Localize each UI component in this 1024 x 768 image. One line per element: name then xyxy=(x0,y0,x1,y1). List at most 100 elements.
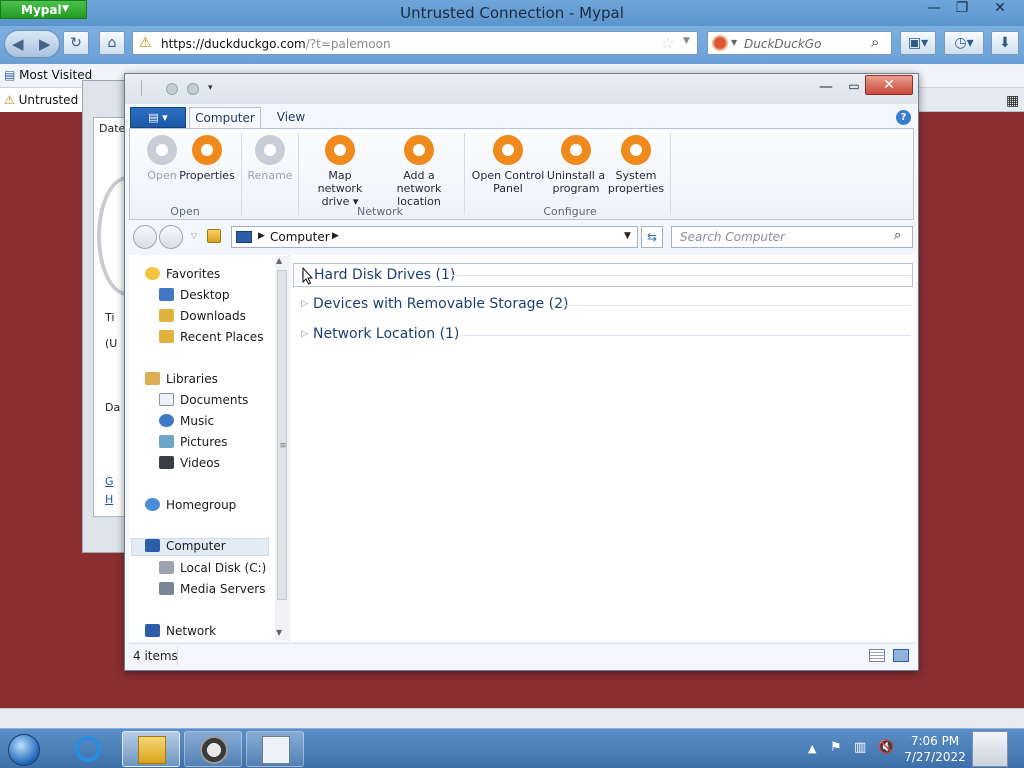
downloads-button[interactable]: ⬇ xyxy=(991,31,1019,55)
clock-date[interactable]: 7/27/2022 xyxy=(900,750,970,764)
forward-arrow-icon[interactable]: ▶ xyxy=(39,35,51,53)
uninstall-program-button[interactable]: Uninstall a program xyxy=(544,135,608,195)
refresh-button[interactable]: ⇆ xyxy=(641,226,663,248)
address-bar[interactable]: ▶ Computer ▶ ▼ xyxy=(231,226,638,248)
nav-item-downloads[interactable]: Downloads xyxy=(159,309,246,327)
computer-icon xyxy=(236,231,252,243)
dialog-link[interactable]: H xyxy=(105,493,113,506)
dialog-link[interactable]: G xyxy=(105,475,114,488)
action-center-icon[interactable]: ⚑ xyxy=(830,740,842,755)
nav-item-computer[interactable]: Computer xyxy=(131,538,269,556)
maximize-button[interactable]: ▭ xyxy=(845,79,863,95)
back-arrow-icon[interactable]: ◀ xyxy=(12,35,24,53)
forward-button[interactable] xyxy=(159,225,183,249)
properties-label: Properties xyxy=(179,169,235,182)
bookmark-star-icon[interactable]: ☆ xyxy=(661,34,674,52)
help-icon[interactable]: ? xyxy=(896,110,911,125)
search-computer-input[interactable]: Search Computer ⌕ xyxy=(671,226,913,248)
start-button[interactable] xyxy=(2,731,46,768)
clock-time[interactable]: 7:06 PM xyxy=(900,734,970,748)
nav-item-desktop[interactable]: Desktop xyxy=(159,288,230,306)
map-network-drive-button[interactable]: Map network drive ▾ xyxy=(302,135,378,208)
tab-view[interactable]: View xyxy=(269,107,313,129)
properties-quick-icon[interactable] xyxy=(166,83,178,95)
user-avatar[interactable] xyxy=(972,731,1008,767)
recent-places-icon xyxy=(159,330,174,343)
search-icon[interactable]: ⌕ xyxy=(871,33,879,51)
network-status-icon[interactable]: ▥ xyxy=(854,740,866,755)
web-search-box[interactable]: ▼ DuckDuckGo ⌕ xyxy=(707,31,892,55)
url-dropdown-icon[interactable]: ▼ xyxy=(683,36,690,46)
nav-item-label: Homegroup xyxy=(166,498,237,512)
quick-access-dropdown-icon[interactable]: ▾ xyxy=(208,83,213,93)
nav-item-documents[interactable]: Documents xyxy=(159,393,248,411)
addons-button[interactable]: ▣▾ xyxy=(900,31,936,55)
taskbar-file-explorer[interactable] xyxy=(122,731,180,767)
browser-status-strip xyxy=(0,708,1024,728)
nav-item-videos[interactable]: Videos xyxy=(159,456,220,474)
system-properties-button[interactable]: System properties xyxy=(604,135,668,195)
ribbon-group-network: Network xyxy=(357,205,403,218)
scrollbar-thumb[interactable]: ≡ xyxy=(277,270,287,600)
large-icons-view-icon[interactable] xyxy=(893,649,909,662)
nav-item-homegroup[interactable]: Homegroup xyxy=(145,498,236,516)
videos-icon xyxy=(159,456,174,469)
bookmark-most-visited[interactable]: ▤ Most Visited xyxy=(4,68,92,82)
nav-item-music[interactable]: Music xyxy=(159,414,214,432)
chevron-right-icon[interactable]: ▶ xyxy=(332,231,339,241)
scroll-down-icon[interactable]: ▼ xyxy=(276,628,282,637)
show-hidden-icons[interactable]: ▲ xyxy=(808,742,816,755)
tab-computer[interactable]: Computer xyxy=(189,107,261,129)
new-folder-quick-icon[interactable] xyxy=(187,83,199,95)
nav-scrollbar[interactable]: ▲ ≡ ▼ xyxy=(275,256,289,640)
mouse-cursor-icon xyxy=(302,267,313,285)
back-forward-buttons[interactable]: ◀ ▶ xyxy=(4,30,60,58)
restore-button[interactable]: ❐ xyxy=(948,0,976,18)
chevron-right-icon[interactable]: ▶ xyxy=(258,231,265,241)
nav-item-label: Libraries xyxy=(166,372,218,386)
recent-locations-icon[interactable]: ▽ xyxy=(191,231,197,240)
windows-logo-icon xyxy=(8,734,40,766)
file-menu-button[interactable]: ▤ ▾ xyxy=(130,107,186,128)
minimize-button[interactable]: — xyxy=(817,79,835,95)
raccoon-icon xyxy=(200,736,228,764)
properties-button[interactable]: Properties xyxy=(175,135,239,182)
add-network-location-button[interactable]: Add a network location xyxy=(380,135,458,208)
expand-arrow-icon[interactable]: ▷ xyxy=(301,329,308,339)
volume-muted-icon[interactable]: 🔇 xyxy=(878,740,894,755)
expand-arrow-icon[interactable]: ▷ xyxy=(301,299,308,309)
minimize-button[interactable]: — xyxy=(920,0,948,18)
nav-item-libraries[interactable]: Libraries xyxy=(145,372,218,390)
duckduckgo-icon[interactable] xyxy=(712,35,728,51)
close-button[interactable]: ✕ xyxy=(986,0,1014,18)
details-view-icon[interactable] xyxy=(869,649,885,662)
taskbar-date-time[interactable] xyxy=(246,731,304,767)
nav-item-recent-places[interactable]: Recent Places xyxy=(159,330,263,348)
search-icon[interactable]: ⌕ xyxy=(894,228,901,243)
home-button[interactable]: ⌂ xyxy=(99,31,125,55)
tab-groups-icon[interactable]: ▦ xyxy=(1006,93,1019,109)
group-divider xyxy=(464,133,465,215)
back-button[interactable] xyxy=(133,225,157,249)
taskbar-internet-explorer[interactable] xyxy=(60,731,118,767)
control-panel-icon xyxy=(493,135,523,165)
group-divider xyxy=(298,133,299,215)
nav-item-favorites[interactable]: Favorites xyxy=(145,267,220,285)
chevron-down-icon[interactable]: ▼ xyxy=(731,38,737,47)
dialog-text: Da xyxy=(105,401,121,414)
close-button[interactable]: ✕ xyxy=(865,75,913,95)
nav-item-media-servers[interactable]: Media Servers xyxy=(159,582,265,600)
taskbar-mypal[interactable] xyxy=(184,731,242,767)
nav-item-network[interactable]: Network xyxy=(145,624,216,642)
nav-item-pictures[interactable]: Pictures xyxy=(159,435,228,453)
history-button[interactable]: ◷▾ xyxy=(944,31,984,55)
nav-item-local-disk[interactable]: Local Disk (C:) xyxy=(159,561,266,579)
url-bar[interactable]: ⚠ https://duckduckgo.com/?t=palemoon ☆ ▼ xyxy=(132,31,698,55)
rename-button[interactable]: Rename xyxy=(238,135,302,182)
address-crumb-computer[interactable]: Computer xyxy=(270,230,330,244)
scroll-up-icon[interactable]: ▲ xyxy=(276,256,282,265)
up-folder-icon[interactable] xyxy=(207,229,221,243)
reload-button[interactable]: ↻ xyxy=(63,31,89,55)
open-control-panel-button[interactable]: Open Control Panel xyxy=(470,135,546,195)
address-dropdown-icon[interactable]: ▼ xyxy=(624,231,631,241)
